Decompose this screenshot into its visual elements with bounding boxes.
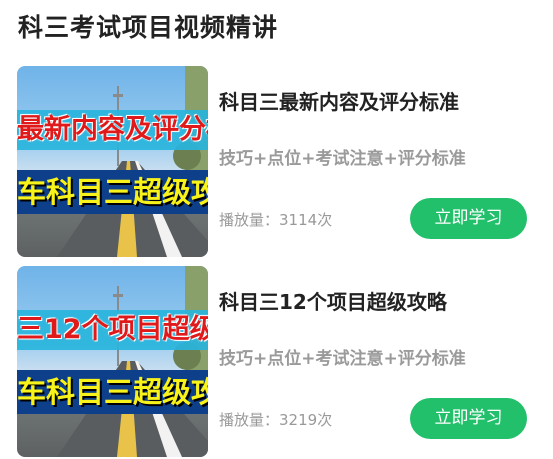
video-description: 技巧+点位+考试注意+评分标准 (219, 149, 466, 169)
study-now-button[interactable]: 立即学习 (410, 398, 527, 439)
play-count-label: 播放量： (219, 211, 280, 229)
thumbnail-caption-yellow: 车科目三超级攻 (17, 370, 208, 414)
video-thumbnail[interactable]: 最新内容及评分标准 车科目三超级攻 (17, 66, 208, 257)
play-count-value: 3219 (279, 411, 318, 429)
road-scene-image (57, 66, 208, 257)
play-count-unit: 次 (317, 211, 333, 229)
video-description: 技巧+点位+考试注意+评分标准 (219, 349, 466, 369)
video-title[interactable]: 科目三12个项目超级攻略 (219, 286, 447, 315)
video-title[interactable]: 科目三最新内容及评分标准 (219, 86, 459, 115)
video-card[interactable]: 最新内容及评分标准 车科目三超级攻 科目三最新内容及评分标准 技巧+点位+考试注… (0, 66, 553, 258)
video-list-page: 科三考试项目视频精讲 最新内容及评分标准 车科目三超级攻 科目三最新内容及评分标… (0, 0, 553, 459)
video-card[interactable]: 三12个项目超级 车科目三超级攻 科目三12个项目超级攻略 技巧+点位+考试注意… (0, 266, 553, 458)
thumbnail-caption-yellow: 车科目三超级攻 (17, 170, 208, 214)
thumbnail-caption-red: 最新内容及评分标准 (17, 110, 208, 150)
thumbnail-caption-red: 三12个项目超级 (17, 310, 208, 350)
video-thumbnail[interactable]: 三12个项目超级 车科目三超级攻 (17, 266, 208, 457)
play-count-value: 3114 (279, 211, 318, 229)
play-count-unit: 次 (317, 411, 333, 429)
study-now-button[interactable]: 立即学习 (410, 198, 527, 239)
play-count-label: 播放量： (219, 411, 280, 429)
section-title: 科三考试项目视频精讲 (18, 13, 279, 42)
road-scene-image (57, 266, 208, 457)
play-count: 播放量：3219次 (219, 409, 332, 430)
play-count: 播放量：3114次 (219, 209, 332, 230)
